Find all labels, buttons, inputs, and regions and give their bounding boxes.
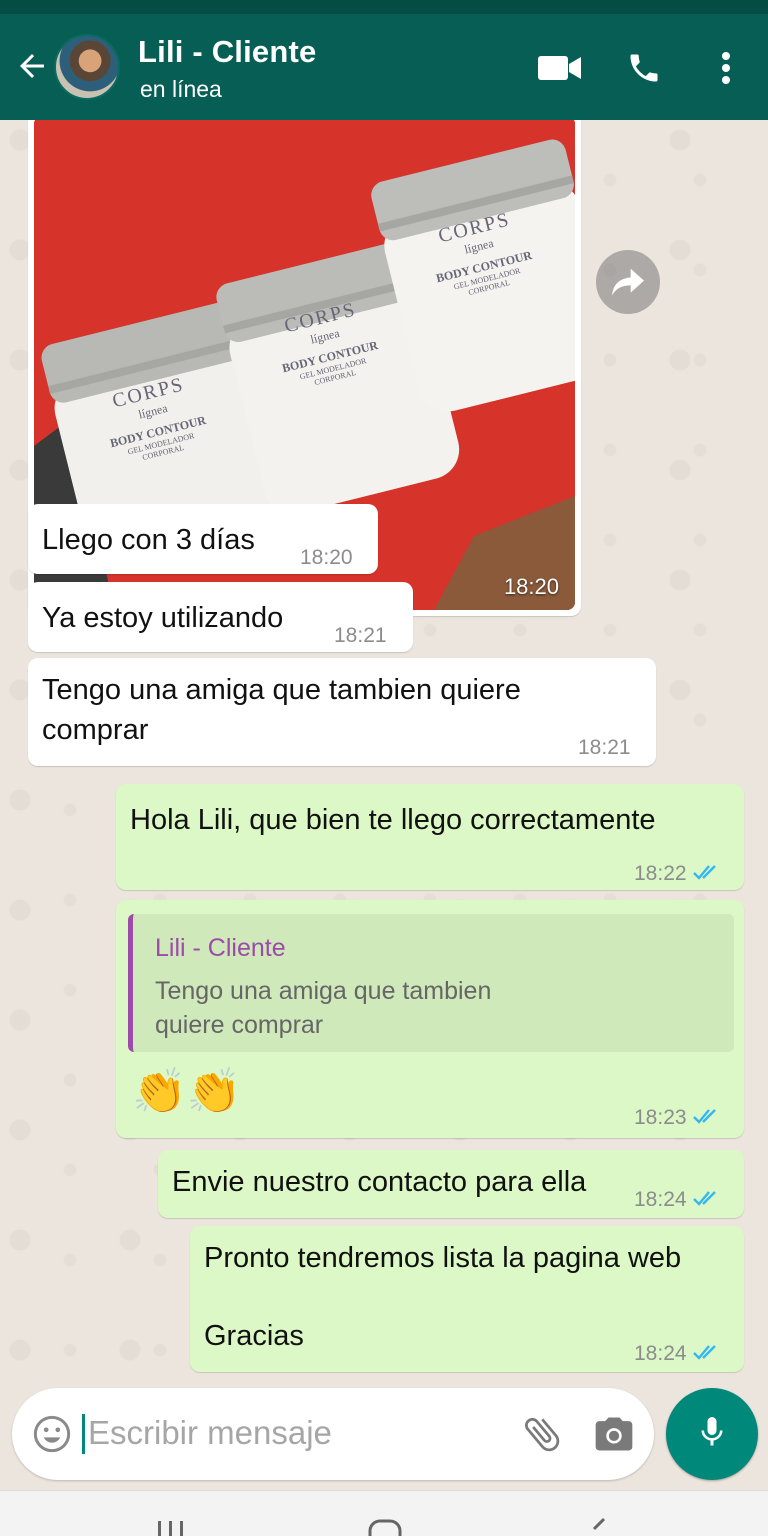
text-cursor bbox=[82, 1414, 85, 1454]
contact-name[interactable]: Lili - Cliente bbox=[138, 34, 316, 70]
message-bubble-outgoing-reply[interactable]: Lili - Cliente Tengo una amiga que tambi… bbox=[116, 900, 744, 1138]
contact-status: en línea bbox=[140, 76, 222, 102]
message-bubble-incoming[interactable]: Tengo una amiga que tambien quiere compr… bbox=[28, 658, 656, 766]
message-text-line: Gracias bbox=[204, 1320, 304, 1352]
message-text: Hola Lili, que bien te llego correctamen… bbox=[130, 804, 656, 836]
status-bar bbox=[0, 0, 768, 14]
message-bubble-incoming[interactable]: Llego con 3 días 18:20 bbox=[28, 504, 378, 574]
read-ticks-icon bbox=[692, 1180, 721, 1220]
back-arrow-icon[interactable] bbox=[14, 48, 50, 84]
message-time: 18:20 bbox=[300, 546, 353, 569]
phone-icon[interactable] bbox=[620, 44, 668, 92]
message-time: 18:24 bbox=[634, 1342, 687, 1365]
message-time: 18:21 bbox=[334, 624, 387, 647]
read-ticks-icon bbox=[692, 1098, 721, 1138]
message-time-row: 18:22 bbox=[634, 854, 721, 894]
message-time-row: 18:24 bbox=[634, 1180, 721, 1220]
clapping-emoji: 👏👏 bbox=[132, 1067, 242, 1116]
video-call-icon[interactable] bbox=[536, 44, 584, 92]
message-input-bar: Escribir mensaje bbox=[12, 1388, 654, 1480]
system-nav-bar bbox=[0, 1490, 768, 1536]
quoted-text-line: Tengo una amiga que tambien bbox=[155, 977, 492, 1005]
attach-icon[interactable] bbox=[520, 1412, 564, 1456]
message-bubble-outgoing[interactable]: Hola Lili, que bien te llego correctamen… bbox=[116, 784, 744, 890]
read-ticks-icon bbox=[692, 854, 721, 894]
message-input[interactable]: Escribir mensaje bbox=[88, 1414, 332, 1452]
chat-header: Lili - Cliente en línea bbox=[0, 14, 768, 120]
forward-icon[interactable] bbox=[596, 250, 660, 314]
message-text-line: Tengo una amiga que tambien quiere bbox=[42, 674, 521, 706]
avatar[interactable] bbox=[54, 34, 120, 100]
message-text: Llego con 3 días bbox=[42, 524, 255, 556]
message-time-row: 18:23 bbox=[634, 1098, 721, 1138]
home-icon[interactable] bbox=[368, 1519, 402, 1536]
message-text-line: comprar bbox=[42, 714, 149, 746]
back-nav-icon[interactable] bbox=[588, 1517, 610, 1536]
message-bubble-outgoing[interactable]: Envie nuestro contacto para ella 18:24 bbox=[158, 1150, 744, 1218]
message-text-line: Pronto tendremos lista la pagina web bbox=[204, 1242, 682, 1274]
quoted-text-line: quiere comprar bbox=[155, 1011, 324, 1039]
more-icon[interactable] bbox=[702, 44, 750, 92]
message-time: 18:24 bbox=[634, 1188, 687, 1211]
mic-icon bbox=[694, 1412, 730, 1457]
chat-area[interactable]: CORPS lígnea BODY CONTOUR GEL MODELADOR … bbox=[0, 120, 768, 1386]
message-time: 18:22 bbox=[634, 862, 687, 885]
message-time: 18:20 bbox=[503, 574, 559, 599]
message-bubble-incoming[interactable]: Ya estoy utilizando 18:21 bbox=[28, 582, 413, 652]
message-time: 18:23 bbox=[634, 1106, 687, 1129]
quoted-author: Lili - Cliente bbox=[155, 934, 286, 962]
camera-icon[interactable] bbox=[592, 1412, 636, 1456]
recent-apps-icon[interactable] bbox=[156, 1519, 186, 1536]
message-text: Ya estoy utilizando bbox=[42, 602, 284, 634]
message-text: Envie nuestro contacto para ella bbox=[172, 1166, 587, 1198]
mic-button[interactable] bbox=[666, 1388, 758, 1480]
quoted-text: Tengo una amiga que tambien quiere compr… bbox=[155, 974, 715, 1042]
quoted-message[interactable]: Lili - Cliente Tengo una amiga que tambi… bbox=[128, 914, 734, 1052]
message-bubble-outgoing[interactable]: Pronto tendremos lista la pagina web Gra… bbox=[190, 1226, 744, 1372]
read-ticks-icon bbox=[692, 1334, 721, 1374]
message-time: 18:21 bbox=[578, 736, 631, 759]
emoji-icon[interactable] bbox=[32, 1414, 72, 1454]
message-time-row: 18:24 bbox=[634, 1334, 721, 1374]
